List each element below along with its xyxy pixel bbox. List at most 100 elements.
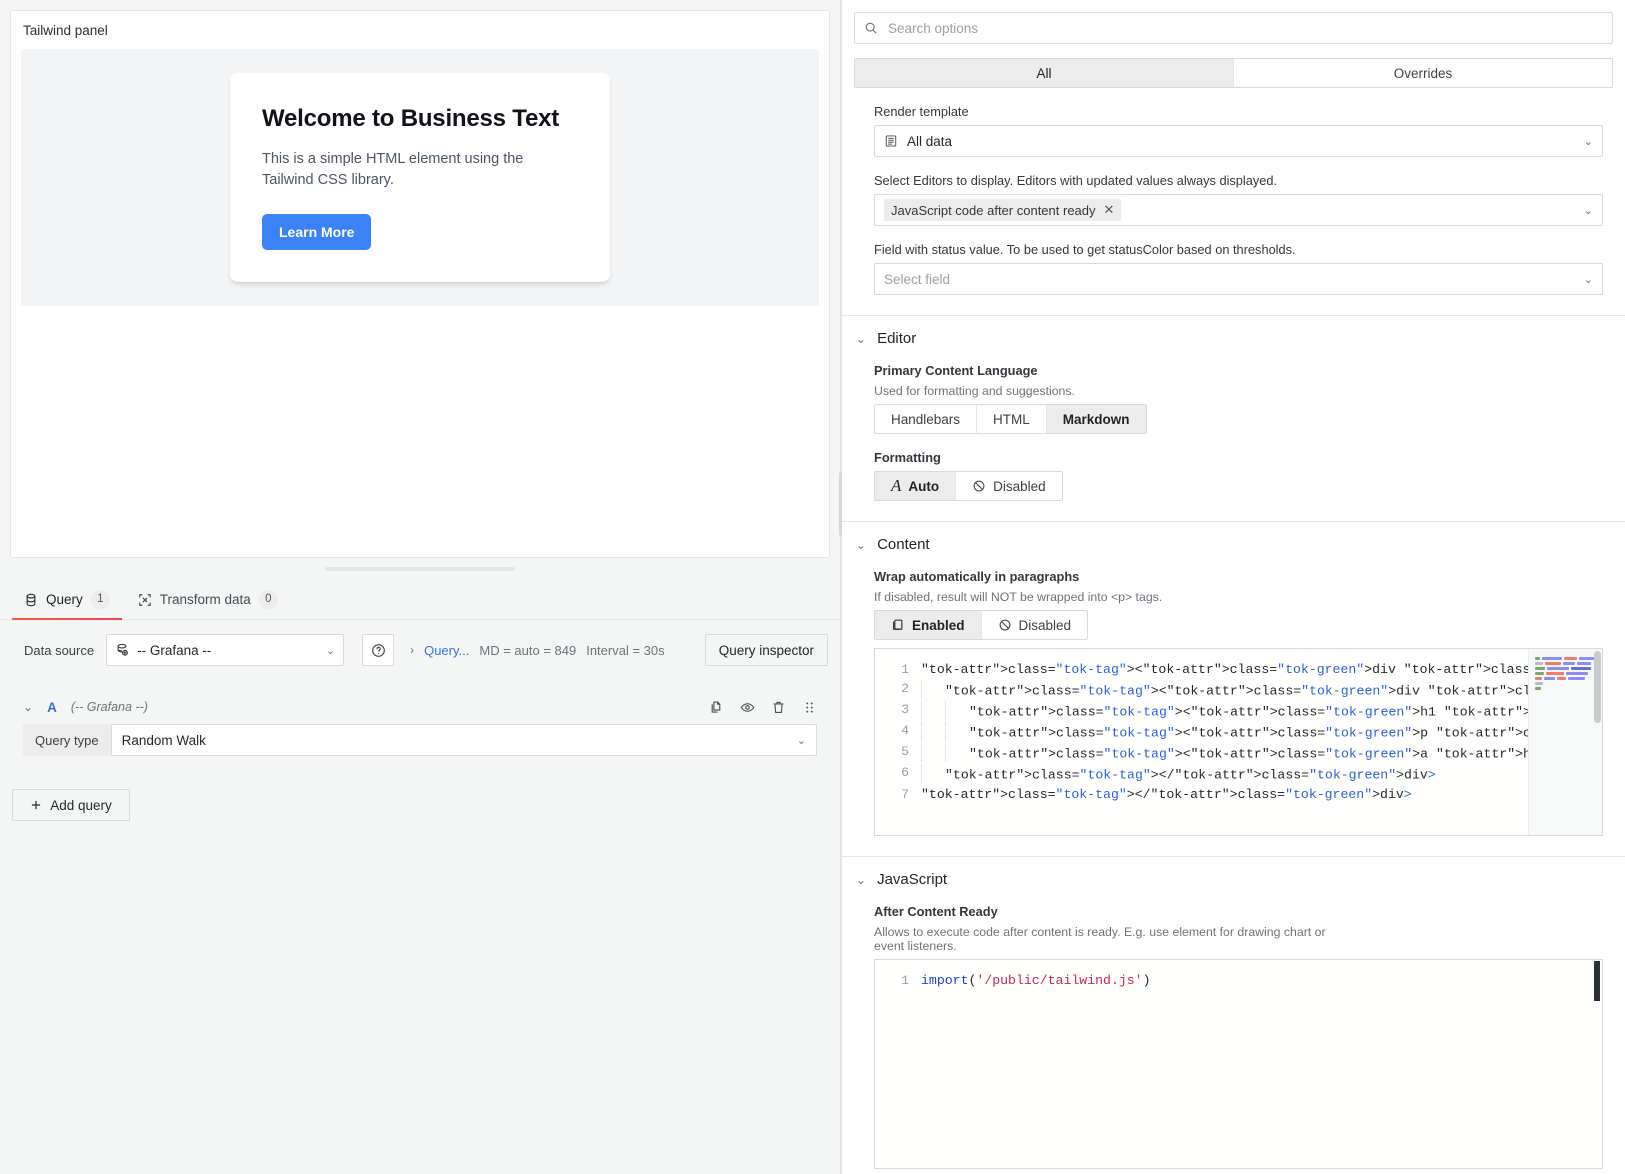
code-text: "tok-attr">class="tok-tag"><"tok-attr">c… xyxy=(921,661,1528,680)
section-content-header[interactable]: ⌄ Content xyxy=(842,521,1625,553)
tab-transform-label: Transform data xyxy=(160,592,251,607)
section-editor-header[interactable]: ⌄ Editor xyxy=(842,315,1625,347)
primary-language-label: Primary Content Language xyxy=(874,363,1603,378)
drag-handle-icon[interactable] xyxy=(802,700,817,715)
chevron-down-icon: ⌄ xyxy=(856,332,866,346)
add-query-button[interactable]: Add query xyxy=(12,789,130,821)
horizontal-resize-handle[interactable] xyxy=(0,558,840,580)
duplicate-icon[interactable] xyxy=(709,700,724,715)
code-text: "tok-attr">class="tok-tag"><"tok-attr">c… xyxy=(921,743,1528,764)
status-field-label: Field with status value. To be used to g… xyxy=(874,242,1603,257)
search-input[interactable] xyxy=(886,20,1603,37)
query-options-link[interactable]: Query... xyxy=(424,643,469,658)
query-inspector-button[interactable]: Query inspector xyxy=(705,634,828,666)
wrap-enabled-label: Enabled xyxy=(912,618,965,633)
content-code-main[interactable]: 1"tok-attr">class="tok-tag"><"tok-attr">… xyxy=(875,649,1528,835)
plus-icon xyxy=(30,799,42,811)
formatting-auto-label: Auto xyxy=(908,479,939,494)
section-javascript-title: JavaScript xyxy=(877,871,947,888)
remove-icon[interactable] xyxy=(771,700,786,715)
tab-overrides[interactable]: Overrides xyxy=(1233,59,1612,87)
interval-value: Interval = 30s xyxy=(586,643,664,658)
formatting-option-disabled[interactable]: Disabled xyxy=(955,472,1062,500)
code-line: 2"tok-attr">class="tok-tag"><"tok-attr">… xyxy=(875,680,1528,701)
code-text: "tok-attr">class="tok-tag"></"tok-attr">… xyxy=(921,764,1436,785)
content-code-minimap[interactable] xyxy=(1528,649,1602,835)
section-editor-title: Editor xyxy=(877,330,916,347)
content-code-scrollbar[interactable] xyxy=(1592,649,1602,835)
line-number: 4 xyxy=(875,722,921,743)
query-type-select[interactable]: Random Walk ⌄ xyxy=(111,724,817,756)
disabled-circle-icon xyxy=(998,618,1012,632)
datasource-value: -- Grafana -- xyxy=(137,643,211,658)
datasource-help-button[interactable] xyxy=(362,634,394,666)
primary-language-description: Used for formatting and suggestions. xyxy=(874,384,1603,398)
editor-tag[interactable]: JavaScript code after content ready ✕ xyxy=(884,199,1121,221)
language-option-markdown[interactable]: Markdown xyxy=(1046,405,1146,433)
render-template-value: All data xyxy=(907,134,952,149)
line-number: 6 xyxy=(875,764,921,785)
wrap-paragraphs-description: If disabled, result will NOT be wrapped … xyxy=(874,590,1603,604)
code-text: import('/public/tailwind.js') xyxy=(921,972,1151,991)
panel-title-bar: Tailwind panel xyxy=(11,11,829,49)
after-content-ready-label: After Content Ready xyxy=(874,904,1603,919)
language-option-handlebars[interactable]: Handlebars xyxy=(875,405,976,433)
formatting-label: Formatting xyxy=(874,450,1603,465)
close-icon[interactable]: ✕ xyxy=(1104,202,1115,218)
language-option-html[interactable]: HTML xyxy=(976,405,1046,433)
search-options-box[interactable] xyxy=(854,12,1613,44)
query-type-value: Random Walk xyxy=(122,733,206,748)
query-tabs: Query 1 Transform data 0 xyxy=(0,580,840,620)
wrap-option-enabled[interactable]: Enabled xyxy=(875,611,981,639)
line-number: 5 xyxy=(875,743,921,764)
javascript-code-editor[interactable]: 1import('/public/tailwind.js') xyxy=(874,959,1603,1169)
javascript-code-main[interactable]: 1import('/public/tailwind.js') xyxy=(875,960,1602,1168)
card-heading: Welcome to Business Text xyxy=(262,105,578,133)
chevron-down-icon: ⌄ xyxy=(797,734,806,747)
render-template-select[interactable]: All data ⌄ xyxy=(874,125,1603,157)
learn-more-button[interactable]: Learn More xyxy=(262,214,371,250)
wrap-disabled-label: Disabled xyxy=(1019,618,1072,633)
content-code-editor[interactable]: 1"tok-attr">class="tok-tag"><"tok-attr">… xyxy=(874,648,1603,836)
tab-all[interactable]: All xyxy=(855,59,1233,87)
code-text: "tok-attr">class="tok-tag"></"tok-attr">… xyxy=(921,786,1412,805)
help-circle-icon xyxy=(371,643,386,658)
max-data-points: MD = auto = 849 xyxy=(479,643,576,658)
code-line: 3"tok-attr">class="tok-tag"><"tok-attr">… xyxy=(875,701,1528,722)
tab-transform-data[interactable]: Transform data 0 xyxy=(126,580,290,619)
chevron-right-icon[interactable]: › xyxy=(410,643,414,657)
line-number: 7 xyxy=(875,786,921,805)
list-icon xyxy=(884,134,898,148)
query-row-a: ⌄ A (-- Grafana --) xyxy=(12,690,828,767)
tab-query[interactable]: Query 1 xyxy=(12,580,122,619)
query-row-body: Query type Random Walk ⌄ xyxy=(12,724,828,767)
wrap-option-disabled[interactable]: Disabled xyxy=(981,611,1088,639)
formatting-option-auto[interactable]: A Auto xyxy=(875,472,955,500)
panel-body: Welcome to Business Text This is a simpl… xyxy=(11,49,829,557)
options-view-tabs: All Overrides xyxy=(854,58,1613,88)
hide-icon[interactable] xyxy=(740,700,755,715)
editor-tag-label: JavaScript code after content ready xyxy=(891,203,1096,218)
after-content-ready-field: After Content Ready Allows to execute co… xyxy=(842,888,1625,953)
collapse-chevron-icon[interactable]: ⌄ xyxy=(23,700,33,714)
options-pane: All Overrides Render template All data ⌄… xyxy=(842,0,1625,1174)
tailwind-outer-container: Welcome to Business Text This is a simpl… xyxy=(21,49,819,306)
datasource-picker[interactable]: -- Grafana -- ⌄ xyxy=(106,634,344,666)
datasource-label: Data source xyxy=(12,634,106,666)
after-content-ready-description: Allows to execute code after content is … xyxy=(874,925,1344,953)
grafana-panel-edit-screen: Tailwind panel Welcome to Business Text … xyxy=(0,0,1625,1174)
render-template-label: Render template xyxy=(874,104,1603,119)
chevron-down-icon: ⌄ xyxy=(856,873,866,887)
query-toolbar: Data source -- Grafana -- ⌄ xyxy=(0,620,840,676)
line-number: 2 xyxy=(875,680,921,701)
section-javascript-header[interactable]: ⌄ JavaScript xyxy=(842,856,1625,888)
query-ref-id[interactable]: A xyxy=(47,700,57,715)
render-template-field: Render template All data ⌄ xyxy=(842,88,1625,157)
formatting-disabled-label: Disabled xyxy=(993,479,1046,494)
javascript-code-scrollbar[interactable] xyxy=(1592,960,1602,1168)
javascript-code-lines: 1import('/public/tailwind.js') xyxy=(875,960,1602,999)
editors-to-display-select[interactable]: JavaScript code after content ready ✕ ⌄ xyxy=(874,194,1603,226)
code-line: 1"tok-attr">class="tok-tag"><"tok-attr">… xyxy=(875,661,1528,680)
code-text: "tok-attr">class="tok-tag"><"tok-attr">c… xyxy=(921,722,1528,743)
status-field-select[interactable]: Select field ⌄ xyxy=(874,263,1603,295)
